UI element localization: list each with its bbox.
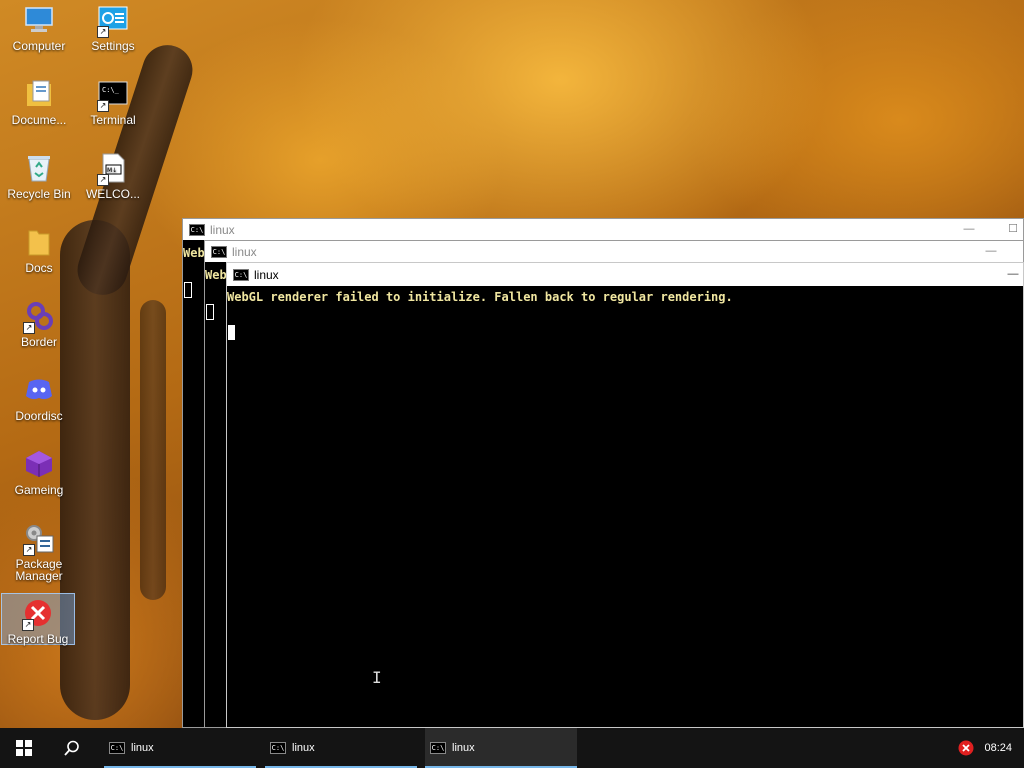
shortcut-arrow-icon: ↗ <box>23 544 35 556</box>
minimize-button[interactable]: — <box>981 241 1001 262</box>
shortcut-arrow-icon: ↗ <box>97 26 109 38</box>
window-titlebar[interactable]: C:\ linux — <box>227 263 1023 286</box>
desktop-icon-label: Doordisc <box>15 409 63 423</box>
markdown-file-icon: M↓ ↗ <box>97 152 129 186</box>
search-icon <box>64 740 79 756</box>
desktop-icon-package-manager[interactable]: ↗ Package Manager <box>2 522 76 582</box>
desktop-icon-docs[interactable]: Docs <box>2 226 76 274</box>
terminal-output: Web <box>205 268 227 282</box>
desktop-icon-label: Terminal <box>90 113 136 127</box>
terminal-icon: C:\ <box>233 268 249 281</box>
desktop-icon-label: Border <box>20 335 58 349</box>
recycle-bin-icon <box>23 152 55 184</box>
window-title: linux <box>210 222 235 237</box>
taskbar-item-label: linux <box>292 742 315 754</box>
terminal-cursor <box>206 304 214 320</box>
shortcut-arrow-icon: ↗ <box>97 100 109 112</box>
terminal-icon: C:\ <box>270 742 286 754</box>
minimize-button[interactable]: — <box>959 219 979 240</box>
window-titlebar[interactable]: C:\ linux — <box>205 241 1023 262</box>
desktop-icon-welcome[interactable]: M↓ ↗ WELCO... <box>76 152 150 200</box>
taskbar-item-label: linux <box>131 742 154 754</box>
clock[interactable]: 08:24 <box>984 742 1012 754</box>
terminal-output: WebGL renderer failed to initialize. Fal… <box>227 290 733 304</box>
svg-text:M↓: M↓ <box>107 167 117 174</box>
shortcut-arrow-icon: ↗ <box>23 322 35 334</box>
desktop-icon-computer[interactable]: Computer <box>2 4 76 52</box>
desktop-icon-settings[interactable]: ↗ Settings <box>76 4 150 52</box>
desktop-icon-label: Settings <box>91 39 135 53</box>
border-app-icon: ↗ <box>23 300 55 334</box>
desktop-icon-label: Docume... <box>11 113 67 127</box>
desktop-icon-terminal[interactable]: C:\_ ↗ Terminal <box>76 78 150 126</box>
terminal-icon: C:\_ ↗ <box>97 78 129 112</box>
terminal-icon: C:\ <box>109 742 125 754</box>
documents-folder-icon <box>23 78 55 110</box>
maximize-button[interactable]: ☐ <box>1003 219 1023 240</box>
windows-logo-icon <box>16 740 32 756</box>
taskbar-item-linux-3[interactable]: C:\ linux <box>425 728 577 768</box>
desktop-icon-documents[interactable]: Docume... <box>2 78 76 126</box>
desktop-icon-doordisc[interactable]: Doordisc <box>2 374 76 422</box>
minimize-button[interactable]: — <box>1003 263 1023 286</box>
window-titlebar[interactable]: C:\ linux — ☐ <box>183 219 1023 240</box>
mouse-ibeam-cursor-icon: I <box>372 668 382 687</box>
desktop-icon-label: Computer <box>12 39 66 53</box>
terminal-icon: C:\ <box>211 245 227 258</box>
window-title: linux <box>254 267 279 282</box>
search-button[interactable] <box>48 728 96 768</box>
terminal-icon: C:\ <box>189 223 205 236</box>
folder-icon <box>23 226 55 258</box>
discord-icon <box>23 374 55 406</box>
desktop-icon-label: WELCO... <box>85 187 140 201</box>
game-cube-icon <box>23 448 55 480</box>
start-button[interactable] <box>0 728 48 768</box>
wallpaper-tree-trunk-right <box>140 300 166 600</box>
terminal-window-active[interactable]: C:\ linux — WebGL renderer failed to ini… <box>226 262 1024 728</box>
computer-icon <box>23 4 55 36</box>
settings-icon: ↗ <box>97 4 129 38</box>
terminal-icon: C:\ <box>430 742 446 754</box>
desktop-icon-label: Recycle Bin <box>7 187 71 201</box>
desktop-icon-label: Report Bug <box>7 632 69 646</box>
taskbar-item-linux-1[interactable]: C:\ linux <box>104 728 256 768</box>
svg-text:C:\_: C:\_ <box>102 86 120 94</box>
desktop-icon-label: Gameing <box>14 483 64 497</box>
system-tray: 08:24 <box>958 728 1024 768</box>
error-status-icon[interactable] <box>958 740 974 756</box>
desktop-icon-label: Package Manager <box>15 557 63 583</box>
desktop-icon-border[interactable]: ↗ Border <box>2 300 76 348</box>
window-title: linux <box>232 244 257 259</box>
desktop-icon-recycle-bin[interactable]: Recycle Bin <box>2 152 76 200</box>
taskbar-item-linux-2[interactable]: C:\ linux <box>265 728 417 768</box>
desktop-icon-report-bug[interactable]: ↗ Report Bug <box>1 593 75 645</box>
taskbar-item-label: linux <box>452 742 475 754</box>
shortcut-arrow-icon: ↗ <box>22 619 34 631</box>
package-manager-icon: ↗ <box>23 522 55 556</box>
terminal-output: Web <box>183 246 205 260</box>
taskbar: C:\ linux C:\ linux C:\ linux 08:24 <box>0 728 1024 768</box>
shortcut-arrow-icon: ↗ <box>97 174 109 186</box>
desktop-icon-label: Docs <box>25 261 53 275</box>
report-bug-icon: ↗ <box>22 597 54 631</box>
terminal-cursor <box>184 282 192 298</box>
terminal-cursor <box>228 325 235 340</box>
desktop-icon-gameing[interactable]: Gameing <box>2 448 76 496</box>
